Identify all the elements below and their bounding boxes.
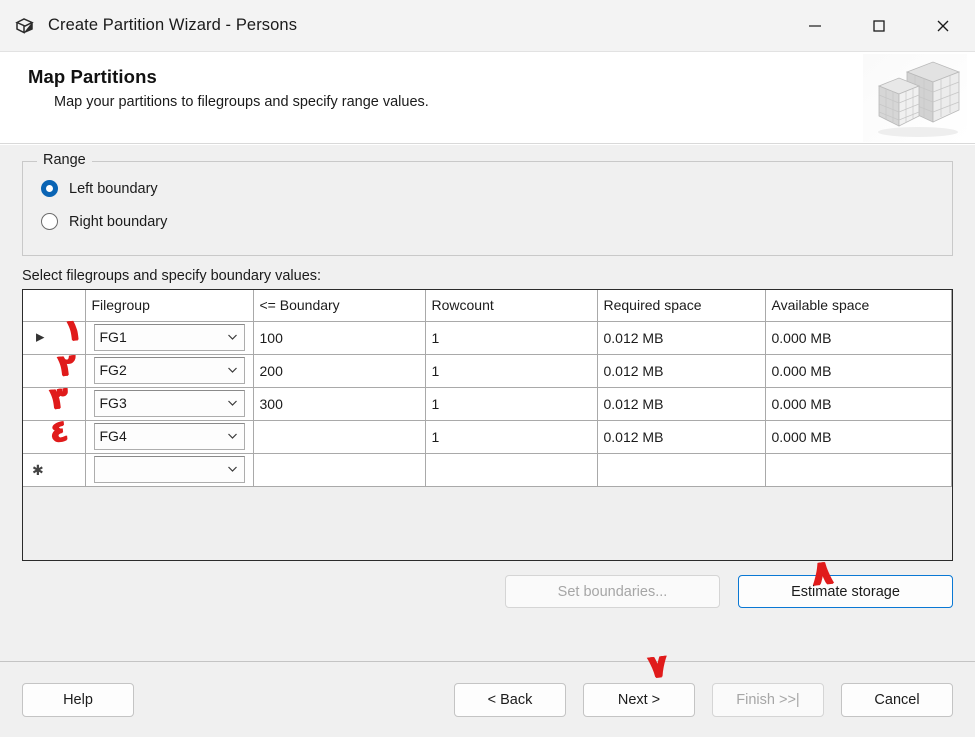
radio-left-boundary-indicator[interactable] [41,180,58,197]
filegroup-grid[interactable]: Filegroup <= Boundary Rowcount Required … [22,289,953,561]
row-indicator-cell[interactable] [23,387,86,421]
back-button[interactable]: < Back [454,682,566,717]
chevron-down-icon[interactable] [226,397,239,410]
table-row[interactable]: ▶ FG1 100 1 0.012 MB 0.000 MB [23,321,952,355]
cell-available-space[interactable]: 0.000 MB [765,354,952,388]
window-controls [783,0,975,51]
grid-empty-area [23,486,952,558]
row-indicator-cell[interactable] [23,420,86,454]
filegroup-value: FG1 [99,329,127,345]
app-cube-box-icon [12,13,38,39]
page-subtitle: Map your partitions to filegroups and sp… [54,94,429,110]
cell-rowcount[interactable]: 1 [425,321,598,355]
maximize-icon[interactable] [847,0,911,51]
column-header-selector [23,290,86,322]
filegroup-combobox: FG2 [93,356,245,384]
filegroup-value: FG2 [99,362,127,378]
partition-blocks-graphic [863,54,967,142]
cell-rowcount[interactable]: 1 [425,354,598,388]
radio-left-boundary-label: Left boundary [69,180,158,197]
close-icon[interactable] [911,0,975,51]
filegroup-combobox [93,455,245,483]
cell-required-space[interactable]: 0.012 MB [597,354,766,388]
table-row[interactable]: FG3 300 1 0.012 MB 0.000 MB [23,387,952,421]
finish-button: Finish >>| [712,682,824,717]
table-row[interactable]: FG2 200 1 0.012 MB 0.000 MB [23,354,952,388]
row-current-arrow-icon: ▶ [36,331,45,343]
radio-right-boundary-label: Right boundary [69,213,168,230]
column-header-available-space[interactable]: Available space [765,290,952,322]
minimize-icon[interactable] [783,0,847,51]
wizard-footer: Help < Back Next > Finish >>| Cancel [0,661,975,737]
page-title: Map Partitions [28,66,157,87]
window-title: Create Partition Wizard - Persons [48,16,298,34]
cell-filegroup[interactable]: FG1 [85,321,254,355]
cell-required-space[interactable] [597,453,766,487]
cell-filegroup[interactable]: FG3 [85,387,254,421]
help-button[interactable]: Help [22,682,134,717]
cell-available-space[interactable]: 0.000 MB [765,321,952,355]
cell-rowcount[interactable]: 1 [425,387,598,421]
column-header-required-space[interactable]: Required space [597,290,766,322]
cell-available-space[interactable]: 0.000 MB [765,387,952,421]
cell-filegroup[interactable]: FG2 [85,354,254,388]
column-header-rowcount[interactable]: Rowcount [425,290,598,322]
cell-available-space[interactable] [765,453,952,487]
cell-boundary[interactable]: 200 [253,354,426,388]
radio-right-boundary-indicator[interactable] [41,213,58,230]
column-header-boundary[interactable]: <= Boundary [253,290,426,322]
table-row-new[interactable]: ✱ [23,453,952,487]
grid-action-buttons: Set boundaries... Estimate storage [22,575,953,608]
cell-filegroup[interactable] [85,453,254,487]
set-boundaries-button[interactable]: Set boundaries... [505,575,720,608]
cell-rowcount[interactable]: 1 [425,420,598,454]
chevron-down-icon[interactable] [226,430,239,443]
chevron-down-icon[interactable] [226,364,239,377]
filegroup-combobox: FG3 [93,389,245,417]
chevron-down-icon[interactable] [226,463,239,476]
cell-required-space[interactable]: 0.012 MB [597,420,766,454]
grid-header-row: Filegroup <= Boundary Rowcount Required … [23,290,952,322]
grid-caption: Select filegroups and specify boundary v… [22,268,322,284]
row-indicator-cell[interactable] [23,354,86,388]
filegroup-combobox: FG1 [93,323,245,351]
cell-boundary[interactable] [253,420,426,454]
range-groupbox: Range Left boundary Right boundary [22,152,953,256]
cell-boundary[interactable]: 100 [253,321,426,355]
row-indicator-cell[interactable]: ▶ [23,321,86,355]
cell-required-space[interactable]: 0.012 MB [597,321,766,355]
column-header-filegroup[interactable]: Filegroup [85,290,254,322]
cell-rowcount[interactable] [425,453,598,487]
new-row-asterisk-icon: ✱ [32,461,44,478]
window-title-bar: Create Partition Wizard - Persons [0,0,975,52]
row-new-indicator-cell[interactable]: ✱ [23,453,86,487]
wizard-header: Map Partitions Map your partitions to fi… [0,52,975,144]
cell-filegroup[interactable]: FG4 [85,420,254,454]
cell-boundary[interactable] [253,453,426,487]
footer-nav-buttons: < Back Next > Finish >>| Cancel [454,682,953,717]
cancel-button[interactable]: Cancel [841,682,953,717]
next-button[interactable]: Next > [583,682,695,717]
range-groupbox-legend: Range [37,152,92,168]
estimate-storage-button[interactable]: Estimate storage [738,575,953,608]
filegroup-value: FG3 [99,395,127,411]
chevron-down-icon[interactable] [226,331,239,344]
filegroup-combobox: FG4 [93,422,245,450]
cell-available-space[interactable]: 0.000 MB [765,420,952,454]
radio-right-boundary[interactable]: Right boundary [41,205,940,238]
table-row[interactable]: FG4 1 0.012 MB 0.000 MB [23,420,952,454]
cell-boundary[interactable]: 300 [253,387,426,421]
wizard-body: Range Left boundary Right boundary Selec… [0,145,975,661]
radio-left-boundary[interactable]: Left boundary [41,172,940,205]
filegroup-value: FG4 [99,428,127,444]
cell-required-space[interactable]: 0.012 MB [597,387,766,421]
